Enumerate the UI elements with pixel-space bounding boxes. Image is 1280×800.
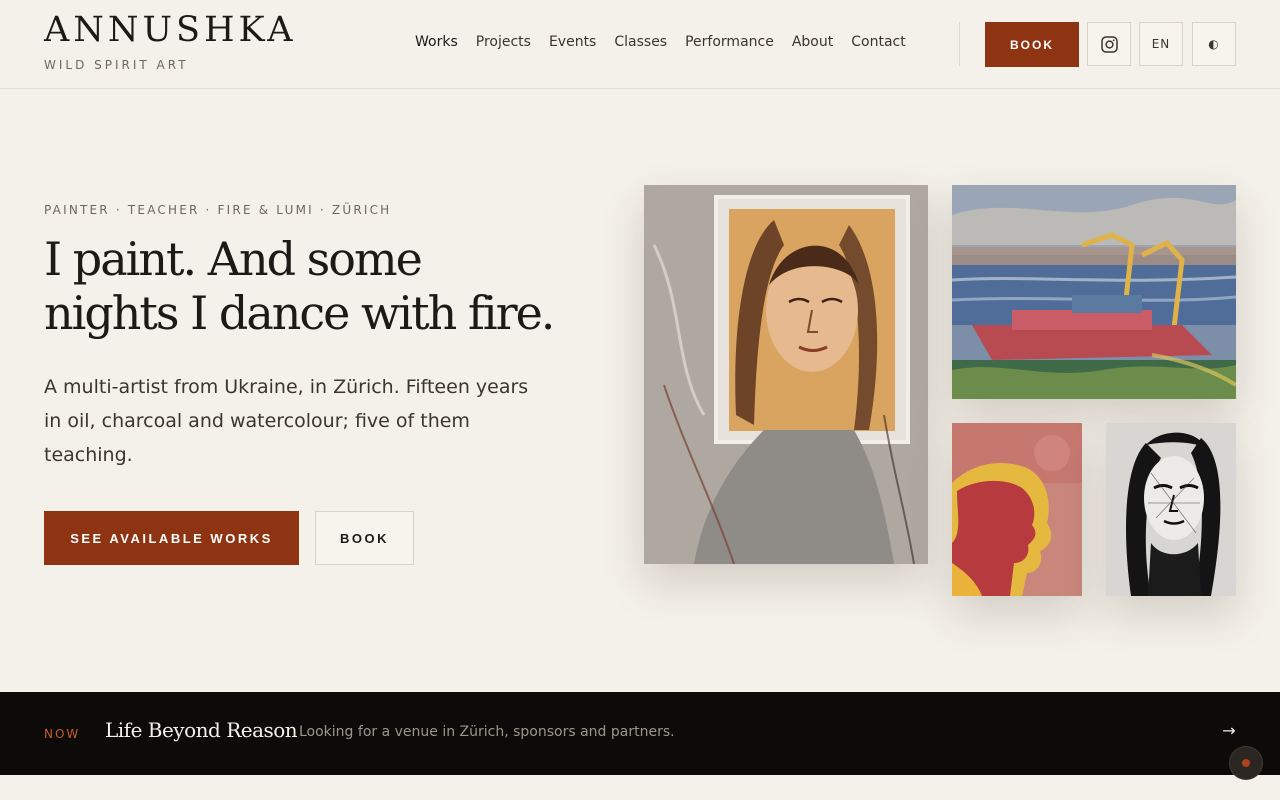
nav-item-classes[interactable]: Classes: [614, 34, 667, 50]
instagram-button[interactable]: [1087, 22, 1131, 66]
nav-item-contact[interactable]: Contact: [851, 34, 905, 50]
nav-item-projects[interactable]: Projects: [476, 34, 531, 50]
artwork-red-profile[interactable]: [952, 423, 1082, 596]
ink-portrait-image: [1106, 423, 1236, 596]
nav-item-performance[interactable]: Performance: [685, 34, 774, 50]
now-label: NOW: [44, 727, 81, 741]
nav-item-about[interactable]: About: [792, 34, 833, 50]
floating-action-button[interactable]: [1229, 746, 1263, 780]
hero-headline: I paint. And some nights I dance with fi…: [44, 232, 584, 340]
hero-book-button[interactable]: BOOK: [315, 511, 414, 565]
now-title: Life Beyond Reason: [105, 718, 298, 742]
portrait-painting-image: [644, 185, 928, 564]
instagram-icon: [1100, 35, 1118, 53]
header-book-button[interactable]: BOOK: [985, 22, 1079, 67]
artwork-charcoal-portrait[interactable]: [644, 185, 928, 564]
arrow-right-icon[interactable]: →: [1218, 720, 1240, 742]
hero-headline-line2: nights I dance with fire.: [44, 286, 555, 340]
hero-intro: A multi-artist from Ukraine, in Zürich. …: [44, 376, 529, 466]
site-tagline: WILD SPIRIT ART: [44, 58, 189, 72]
nav-divider: [959, 22, 960, 66]
site-header: ANNUSHKA WILD SPIRIT ART Works Projects …: [0, 0, 1280, 89]
see-available-works-button[interactable]: SEE AVAILABLE WORKS: [44, 511, 299, 565]
record-dot-icon: [1242, 759, 1250, 767]
profile-painting-image: [952, 423, 1082, 596]
hero-kicker: PAINTER · TEACHER · FIRE & LUMI · ZÜRICH: [44, 203, 392, 217]
harbour-painting-image: [952, 185, 1236, 399]
artwork-harbour[interactable]: [952, 185, 1236, 399]
hero-headline-line1: I paint. And some: [44, 232, 423, 286]
theme-toggle[interactable]: ◐: [1192, 22, 1236, 66]
site-logo[interactable]: ANNUSHKA: [44, 10, 297, 50]
artwork-ink-portrait[interactable]: [1106, 423, 1236, 596]
now-announcement-bar[interactable]: NOW Life Beyond Reason Looking for a ven…: [0, 692, 1280, 775]
language-switch[interactable]: EN: [1139, 22, 1183, 66]
contrast-icon: ◐: [1208, 37, 1220, 51]
now-description: Looking for a venue in Zürich, sponsors …: [299, 724, 675, 740]
main-nav: Works Projects Events Classes Performanc…: [415, 34, 906, 50]
nav-item-events[interactable]: Events: [549, 34, 596, 50]
nav-item-works[interactable]: Works: [415, 34, 458, 50]
